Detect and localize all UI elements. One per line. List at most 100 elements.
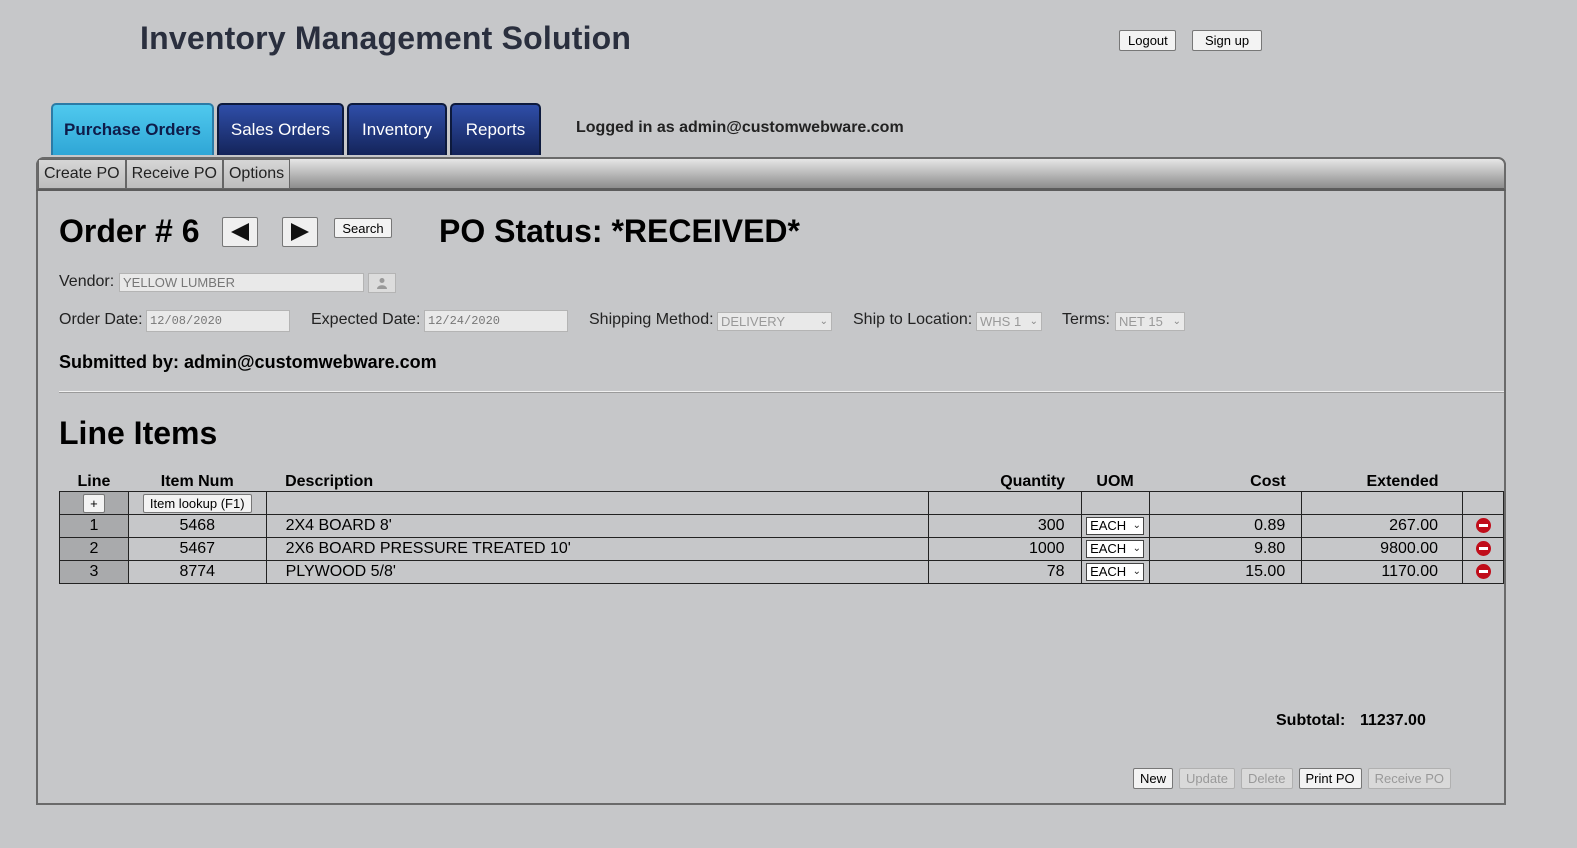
item-extended: 1170.00 (1301, 560, 1464, 584)
ship-to-location-select[interactable]: WHS 1 ⌄ (976, 312, 1042, 331)
column-header-uom: UOM (1096, 473, 1134, 490)
receive-po-button[interactable]: Receive PO (1367, 768, 1452, 789)
uom-select[interactable]: EACH ⌄ (1086, 539, 1145, 558)
subtab-create-po[interactable]: Create PO (38, 159, 126, 189)
new-description-cell (265, 491, 929, 515)
chevron-down-icon: ⌄ (819, 316, 828, 327)
terms-select[interactable]: NET 15 ⌄ (1115, 312, 1185, 331)
uom-cell: EACH ⌄ (1080, 560, 1150, 584)
item-cost: 9.80 (1148, 537, 1303, 561)
tab-purchase-orders[interactable]: Purchase Orders (51, 103, 214, 155)
item-num: 8774 (127, 560, 267, 584)
column-header-item-num: Item Num (160, 473, 234, 490)
column-header-quantity: Quantity (1000, 473, 1066, 490)
new-delete-cell (1462, 491, 1504, 515)
uom-value: EACH (1090, 564, 1127, 580)
vendor-label: Vendor: (59, 273, 115, 290)
uom-select[interactable]: EACH ⌄ (1086, 516, 1145, 535)
item-cost: 0.89 (1148, 514, 1303, 538)
add-item-row: + Item lookup (F1) (59, 491, 1504, 515)
item-cost: 15.00 (1148, 560, 1303, 584)
column-header-description: Description (285, 473, 374, 490)
search-button[interactable]: Search (334, 218, 392, 238)
new-button[interactable]: New (1133, 768, 1174, 789)
order-date-field[interactable]: 12/08/2020 (146, 310, 290, 332)
item-extended: 267.00 (1301, 514, 1464, 538)
line-number: 1 (59, 514, 129, 538)
new-quantity-cell (927, 491, 1082, 515)
tab-inventory[interactable]: Inventory (347, 103, 447, 155)
tab-reports[interactable]: Reports (450, 103, 541, 155)
purchase-order-panel: Create PO Receive PO Options Order # 6 S… (36, 157, 1506, 805)
uom-value: EACH (1090, 541, 1127, 557)
item-quantity: 300 (927, 514, 1082, 538)
previous-order-button[interactable] (222, 217, 258, 247)
item-lookup-cell: Item lookup (F1) (127, 491, 267, 515)
new-uom-cell (1080, 491, 1150, 515)
subtab-options[interactable]: Options (222, 159, 291, 189)
line-number: 3 (59, 560, 129, 584)
shipping-method-value: DELIVERY (721, 314, 786, 329)
chevron-down-icon: ⌄ (1029, 316, 1038, 327)
next-order-button[interactable] (282, 217, 318, 247)
expected-date-field[interactable]: 12/24/2020 (424, 310, 568, 332)
delete-cell (1462, 560, 1504, 584)
prev-arrow-icon (231, 223, 249, 241)
terms-value: NET 15 (1119, 314, 1163, 329)
logout-button[interactable]: Logout (1119, 30, 1176, 51)
remove-circle-icon[interactable] (1475, 541, 1491, 557)
terms-label: Terms: (1062, 311, 1110, 328)
table-row: 2 5467 2X6 BOARD PRESSURE TREATED 10' 10… (59, 537, 1504, 561)
subtab-receive-po[interactable]: Receive PO (125, 159, 223, 189)
sub-tab-bar: Create PO Receive PO Options (36, 157, 1506, 191)
table-header-row: Line Item Num Description Quantity UOM C… (60, 467, 1504, 492)
next-arrow-icon (291, 223, 309, 241)
user-lookup-icon (377, 278, 387, 289)
uom-select[interactable]: EACH ⌄ (1086, 562, 1145, 581)
line-items-table: Line Item Num Description Quantity UOM C… (59, 467, 1504, 584)
line-number: 2 (59, 537, 129, 561)
item-extended: 9800.00 (1301, 537, 1464, 561)
delete-button[interactable]: Delete (1240, 768, 1293, 789)
chevron-down-icon: ⌄ (1132, 543, 1142, 555)
remove-circle-icon[interactable] (1475, 564, 1491, 580)
item-num: 5468 (127, 514, 267, 538)
shipping-method-label: Shipping Method: (589, 311, 714, 328)
vendor-field[interactable]: YELLOW LUMBER (119, 273, 364, 292)
item-lookup-button[interactable]: Item lookup (F1) (142, 493, 252, 513)
item-num: 5467 (127, 537, 267, 561)
update-button[interactable]: Update (1179, 768, 1235, 789)
new-cost-cell (1148, 491, 1303, 515)
column-header-cost: Cost (1250, 473, 1286, 490)
subtotal-label: Subtotal: (1276, 712, 1346, 729)
remove-circle-icon[interactable] (1475, 518, 1491, 534)
order-title: Order # 6 (59, 213, 200, 249)
shipping-method-select[interactable]: DELIVERY ⌄ (717, 312, 832, 331)
logged-in-status: Logged in as admin@customwebware.com (576, 119, 904, 136)
signup-button[interactable]: Sign up (1192, 30, 1262, 51)
subtotal-value: 11237.00 (1360, 712, 1426, 729)
add-line-button[interactable]: + (82, 493, 105, 513)
app-title: Inventory Management Solution (140, 20, 632, 56)
section-divider (59, 391, 1504, 393)
tab-sales-orders[interactable]: Sales Orders (217, 103, 344, 155)
column-header-line: Line (77, 473, 111, 490)
item-description: 2X6 BOARD PRESSURE TREATED 10' (265, 537, 929, 561)
print-po-button[interactable]: Print PO (1298, 768, 1362, 789)
order-date-label: Order Date: (59, 311, 143, 328)
add-line-cell: + (59, 491, 129, 515)
column-header-delete (1463, 467, 1504, 492)
item-quantity: 78 (927, 560, 1082, 584)
vendor-lookup-button[interactable] (368, 273, 396, 293)
action-bar: New Update Delete Print PO Receive PO (1133, 768, 1452, 789)
line-items-title: Line Items (59, 415, 218, 451)
column-header-extended: Extended (1366, 473, 1439, 490)
delete-cell (1462, 514, 1504, 538)
po-status: PO Status: *RECEIVED* (439, 213, 800, 249)
chevron-down-icon: ⌄ (1132, 566, 1142, 578)
item-quantity: 1000 (927, 537, 1082, 561)
submitted-by: Submitted by: admin@customwebware.com (59, 352, 437, 372)
ship-to-location-label: Ship to Location: (853, 311, 973, 328)
item-description: 2X4 BOARD 8' (265, 514, 929, 538)
item-description: PLYWOOD 5/8' (265, 560, 929, 584)
